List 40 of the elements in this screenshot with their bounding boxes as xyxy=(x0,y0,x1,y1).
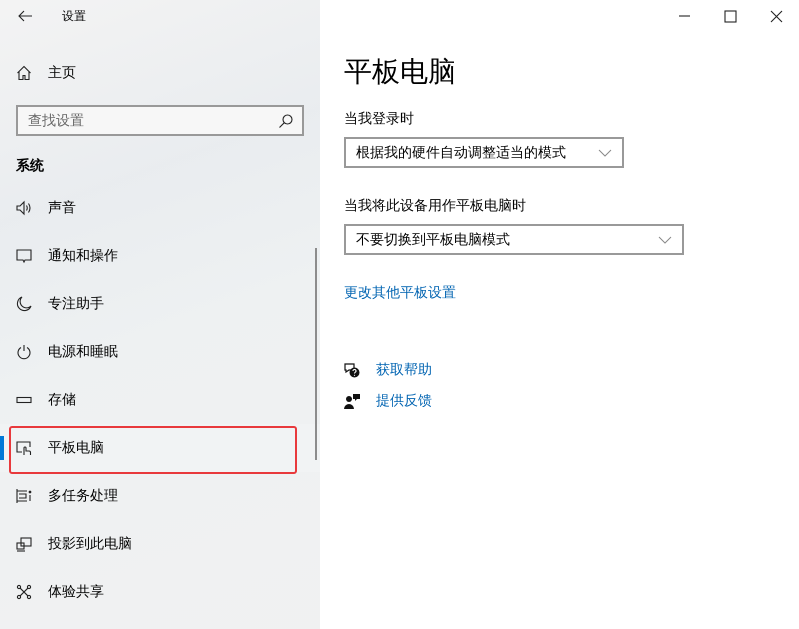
mode-dropdown[interactable]: 不要切换到平板电脑模式 xyxy=(344,224,684,255)
close-icon xyxy=(770,10,782,22)
window-title: 设置 xyxy=(62,8,86,24)
back-arrow-icon xyxy=(17,8,33,24)
nav-item[interactable]: 电源和睡眠 xyxy=(0,328,320,376)
nav-item[interactable]: 投影到此电脑 xyxy=(0,520,320,568)
maximize-icon xyxy=(724,10,736,22)
chevron-icon xyxy=(598,148,612,156)
home-icon xyxy=(16,65,32,81)
home-link[interactable]: 主页 xyxy=(0,57,76,89)
projector-icon xyxy=(16,536,32,552)
minimize-icon xyxy=(678,15,690,17)
power-icon xyxy=(16,344,32,360)
search-icon xyxy=(278,113,294,129)
mode-dropdown[interactable]: 根据我的硬件自动调整适当的模式 xyxy=(344,137,624,168)
nav-item[interactable]: 声音 xyxy=(0,184,320,232)
moon-icon xyxy=(16,296,32,312)
multitask-icon xyxy=(16,488,32,504)
chevron-icon xyxy=(658,236,672,244)
tablet-hand-icon xyxy=(16,440,32,456)
help-link[interactable]: 获取帮助 xyxy=(376,360,432,380)
page-title: 平板电脑 xyxy=(344,54,456,90)
speaker-icon xyxy=(16,200,32,216)
settings-link[interactable]: 更改其他平板设置 xyxy=(344,283,456,303)
help-bubble-icon xyxy=(344,362,360,378)
scrollbar[interactable] xyxy=(315,248,317,460)
back-button[interactable] xyxy=(17,8,33,24)
feedback-person-icon xyxy=(344,393,360,409)
setting-label: 当我登录时 xyxy=(344,110,414,129)
share-icon xyxy=(16,584,32,600)
message-icon xyxy=(16,248,32,264)
nav-item[interactable]: 专注助手 xyxy=(0,280,320,328)
search-field[interactable]: 查找设置 xyxy=(16,105,304,136)
setting-label: 当我将此设备用作平板电脑时 xyxy=(344,197,526,216)
section-heading: 系统 xyxy=(16,158,44,174)
nav-item[interactable]: 存储 xyxy=(0,376,320,424)
nav-item[interactable]: 体验共享 xyxy=(0,568,320,616)
nav-item[interactable]: 通知和操作 xyxy=(0,232,320,280)
help-link[interactable]: 提供反馈 xyxy=(376,391,432,411)
nav-item[interactable]: 多任务处理 xyxy=(0,472,320,520)
